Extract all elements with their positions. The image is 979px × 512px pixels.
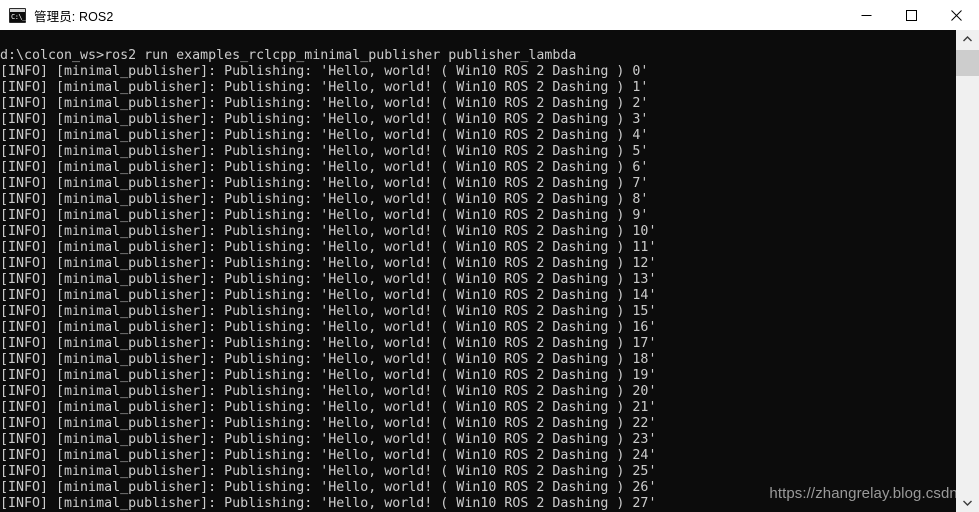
terminal-log-line: [INFO] [minimal_publisher]: Publishing: …	[0, 432, 657, 447]
terminal-log-line: [INFO] [minimal_publisher]: Publishing: …	[0, 208, 649, 223]
close-button[interactable]	[934, 0, 979, 30]
maximize-button[interactable]	[889, 0, 934, 30]
terminal-log-line: [INFO] [minimal_publisher]: Publishing: …	[0, 400, 657, 415]
vertical-scrollbar[interactable]	[956, 30, 979, 512]
console-icon: C:\_	[9, 7, 26, 23]
terminal-log-line: [INFO] [minimal_publisher]: Publishing: …	[0, 480, 657, 495]
console-window: C:\_ 管理员: ROS2 d:\colcon_ws>ros2 run exa…	[0, 0, 979, 512]
title-bar-left: C:\_ 管理员: ROS2	[0, 6, 844, 25]
terminal-text: d:\colcon_ws>ros2 run examples_rclcpp_mi…	[0, 48, 956, 512]
terminal-log-line: [INFO] [minimal_publisher]: Publishing: …	[0, 496, 657, 511]
terminal-log-line: [INFO] [minimal_publisher]: Publishing: …	[0, 240, 657, 255]
minimize-button[interactable]	[844, 0, 889, 30]
terminal-log-line: [INFO] [minimal_publisher]: Publishing: …	[0, 304, 657, 319]
terminal-log-line: [INFO] [minimal_publisher]: Publishing: …	[0, 128, 649, 143]
terminal-log-line: [INFO] [minimal_publisher]: Publishing: …	[0, 256, 657, 271]
terminal-log-line: [INFO] [minimal_publisher]: Publishing: …	[0, 112, 649, 127]
terminal-log-line: [INFO] [minimal_publisher]: Publishing: …	[0, 80, 649, 95]
terminal-log-line: [INFO] [minimal_publisher]: Publishing: …	[0, 464, 657, 479]
terminal-log-line: [INFO] [minimal_publisher]: Publishing: …	[0, 288, 657, 303]
scrollbar-thumb[interactable]	[956, 50, 979, 76]
window-controls	[844, 0, 979, 30]
title-bar[interactable]: C:\_ 管理员: ROS2	[0, 0, 979, 30]
terminal-log-line: [INFO] [minimal_publisher]: Publishing: …	[0, 64, 649, 79]
chevron-up-icon[interactable]	[956, 30, 979, 48]
terminal-log-line: [INFO] [minimal_publisher]: Publishing: …	[0, 320, 657, 335]
terminal-log-line: [INFO] [minimal_publisher]: Publishing: …	[0, 192, 649, 207]
terminal-log-line: [INFO] [minimal_publisher]: Publishing: …	[0, 368, 657, 383]
terminal-log-line: [INFO] [minimal_publisher]: Publishing: …	[0, 144, 649, 159]
terminal-output-area[interactable]: d:\colcon_ws>ros2 run examples_rclcpp_mi…	[0, 30, 956, 512]
terminal-prompt-line: d:\colcon_ws>ros2 run examples_rclcpp_mi…	[0, 48, 577, 63]
terminal-log-line: [INFO] [minimal_publisher]: Publishing: …	[0, 448, 657, 463]
terminal-log-line: [INFO] [minimal_publisher]: Publishing: …	[0, 352, 657, 367]
terminal-log-line: [INFO] [minimal_publisher]: Publishing: …	[0, 336, 657, 351]
window-title: 管理员: ROS2	[34, 9, 114, 24]
terminal-log-line: [INFO] [minimal_publisher]: Publishing: …	[0, 176, 649, 191]
chevron-down-icon[interactable]	[956, 494, 979, 512]
terminal-log-line: [INFO] [minimal_publisher]: Publishing: …	[0, 160, 649, 175]
terminal-log-line: [INFO] [minimal_publisher]: Publishing: …	[0, 416, 657, 431]
terminal-log-line: [INFO] [minimal_publisher]: Publishing: …	[0, 272, 657, 287]
console-icon-glyph: C:\_	[11, 12, 26, 21]
terminal-log-line: [INFO] [minimal_publisher]: Publishing: …	[0, 96, 649, 111]
terminal-log-line: [INFO] [minimal_publisher]: Publishing: …	[0, 224, 657, 239]
terminal-log-line: [INFO] [minimal_publisher]: Publishing: …	[0, 384, 657, 399]
